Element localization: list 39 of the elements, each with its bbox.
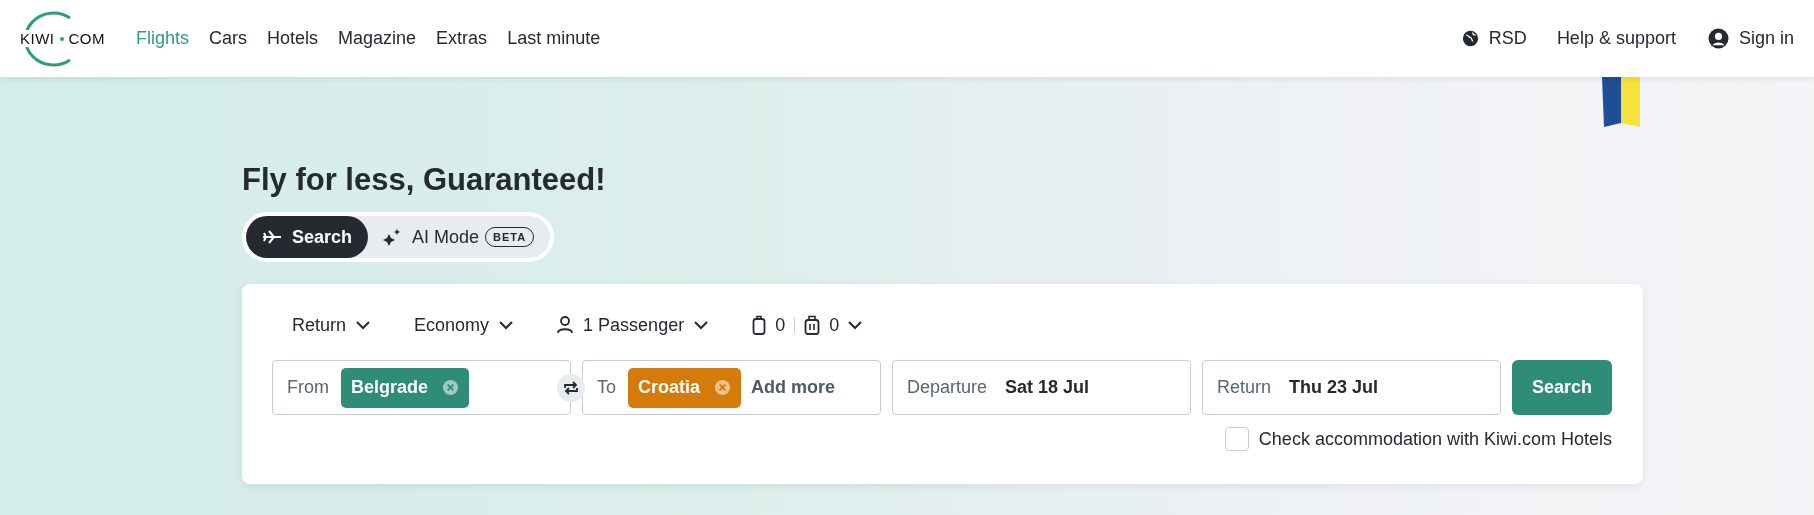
date-field[interactable]: Return Thu 23 Jul — [1202, 360, 1501, 415]
checked-bag-icon — [804, 315, 821, 335]
chevron-down-icon — [848, 320, 863, 330]
currency-button[interactable]: RSD — [1461, 28, 1527, 49]
chevron-down-icon — [499, 320, 514, 330]
sign-in-button[interactable]: Sign in — [1707, 28, 1794, 49]
dropdown-button[interactable]: Return — [292, 314, 371, 336]
help-link[interactable]: Help & support — [1556, 28, 1676, 49]
globe-icon — [1461, 30, 1479, 47]
dropdown-button[interactable]: Economy — [414, 314, 514, 336]
page-title: Fly for less, Guaranteed! — [242, 161, 606, 199]
nav-link[interactable]: Hotels — [267, 28, 319, 49]
swap-icon — [562, 380, 580, 396]
search-button[interactable]: Search — [1512, 360, 1612, 415]
origin-field[interactable]: From Belgrade — [272, 360, 571, 415]
destination-field[interactable]: To Croatia Add more — [582, 360, 881, 415]
checkbox[interactable] — [1224, 427, 1249, 451]
remove-icon[interactable] — [714, 379, 732, 396]
chevron-down-icon — [356, 320, 371, 330]
nav-link[interactable]: Flights — [136, 28, 189, 49]
plane-icon — [262, 230, 282, 244]
mode-tab[interactable]: Search — [246, 216, 369, 258]
chevron-down-icon — [694, 320, 709, 330]
baggage-button[interactable]: 0 0 — [752, 314, 863, 336]
nav-link[interactable]: Magazine — [338, 28, 417, 49]
person-icon — [557, 316, 574, 334]
cabin-bag-icon — [752, 315, 767, 335]
nav-link[interactable]: Last minute — [507, 28, 601, 49]
user-icon — [1707, 28, 1729, 49]
place-chip[interactable]: Belgrade — [341, 367, 470, 408]
passenger-button[interactable]: 1 Passenger — [557, 314, 709, 336]
ribbon-icon — [1602, 77, 1641, 127]
nav-link[interactable]: Cars — [209, 28, 248, 49]
date-field[interactable]: Departure Sat 18 Jul — [892, 360, 1191, 415]
nav-link[interactable]: Extras — [436, 28, 488, 49]
remove-icon[interactable] — [442, 379, 460, 396]
swap-button[interactable] — [557, 374, 585, 402]
kiwi-logo[interactable]: KIWI COM — [8, 7, 108, 70]
checkbox-label[interactable]: Check accommodation with Kiwi.com Hotels — [1258, 428, 1612, 450]
